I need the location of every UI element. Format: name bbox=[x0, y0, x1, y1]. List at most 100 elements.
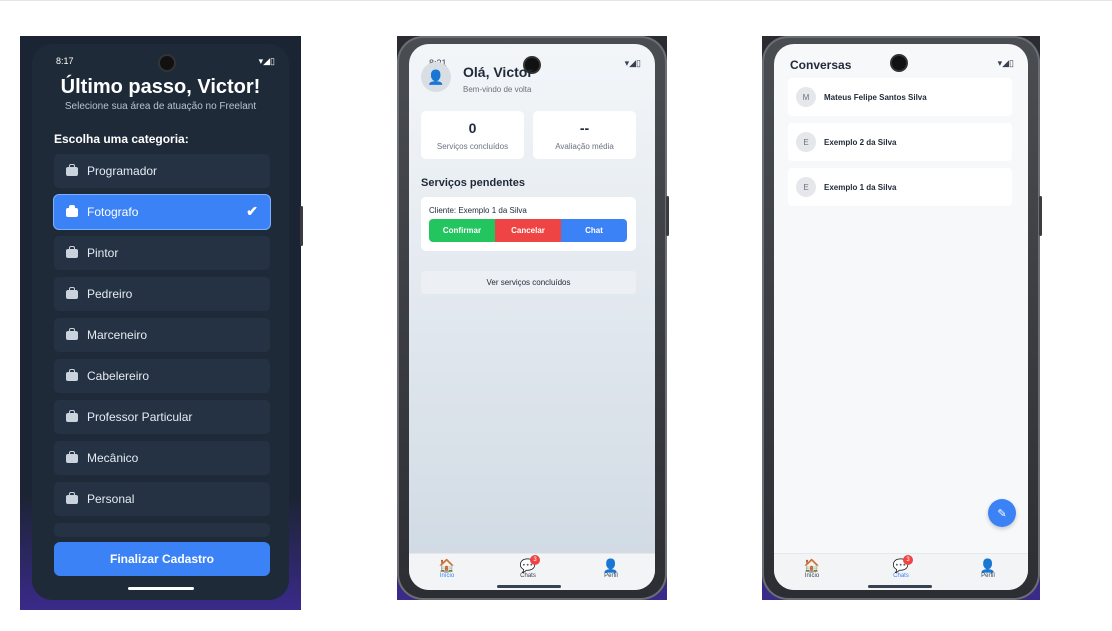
conversation-item[interactable]: E Exemplo 1 da Silva bbox=[788, 168, 1012, 206]
page-title: Último passo, Victor! bbox=[60, 76, 261, 98]
status-icons: ▾◢▯ bbox=[258, 56, 275, 66]
conversation-name: Mateus Felipe Santos Silva bbox=[824, 92, 927, 102]
conversation-name: Exemplo 2 da Silva bbox=[824, 137, 897, 147]
stat-label: Avaliação média bbox=[555, 142, 614, 151]
category-label: Mecânico bbox=[87, 451, 139, 465]
briefcase-icon bbox=[66, 450, 78, 463]
status-icons: ▾◢▯ bbox=[624, 58, 641, 68]
briefcase-icon bbox=[66, 327, 78, 340]
category-personal[interactable]: Personal bbox=[54, 482, 270, 516]
tab-home[interactable]: 🏠 Início bbox=[787, 558, 837, 580]
chat-icon: 💬 3 bbox=[503, 555, 553, 573]
briefcase-icon bbox=[66, 368, 78, 381]
new-conversation-button[interactable]: ✎ bbox=[988, 499, 1016, 527]
category-label: Marceneiro bbox=[87, 328, 148, 342]
side-button bbox=[1039, 196, 1042, 236]
category-label: Pintor bbox=[87, 246, 119, 260]
chat-button[interactable]: Chat bbox=[561, 219, 627, 242]
camera-hole bbox=[892, 56, 906, 70]
tab-home[interactable]: 🏠 Início bbox=[422, 558, 472, 580]
phone-onboarding: 8:17 ▾◢▯ Último passo, Victor! Selecione… bbox=[20, 36, 303, 610]
user-icon: 👤 bbox=[602, 558, 620, 573]
tab-profile[interactable]: 👤 Perfil bbox=[963, 558, 1013, 580]
tab-label: Perfil bbox=[981, 573, 995, 579]
category-marceneiro[interactable]: Marceneiro bbox=[54, 318, 270, 352]
stat-rating: -- Avaliação média bbox=[533, 111, 636, 159]
stat-completed: 0 Serviços concluídos bbox=[421, 111, 524, 159]
conversation-item[interactable]: E Exemplo 2 da Silva bbox=[788, 123, 1012, 161]
bottom-tab-bar: 🏠 Início 💬 3 Chats 👤 Perfil bbox=[774, 553, 1028, 590]
top-divider bbox=[0, 0, 1112, 1]
avatar: M bbox=[796, 87, 816, 107]
avatar: E bbox=[796, 132, 816, 152]
bottom-tab-bar: 🏠 Início 💬 3 Chats 👤 Perfil bbox=[409, 553, 655, 590]
tab-label: Chats bbox=[893, 573, 909, 579]
home-indicator bbox=[497, 585, 561, 588]
side-button bbox=[666, 196, 669, 236]
page-subtitle: Selecione sua área de atuação no Freelan… bbox=[64, 101, 257, 112]
view-completed-button[interactable]: Ver serviços concluídos bbox=[421, 271, 636, 294]
welcome-text: Bem-vindo de volta bbox=[463, 85, 532, 94]
conversation-item[interactable]: M Mateus Felipe Santos Silva bbox=[788, 78, 1012, 116]
briefcase-icon bbox=[66, 163, 78, 176]
phone-dashboard: 8:21 ▾◢▯ 👤 Olá, Victor Bem-vindo de volt… bbox=[397, 36, 669, 600]
cancel-button[interactable]: Cancelar bbox=[495, 219, 561, 242]
phone-conversations: ▾◢▯ Conversas M Mateus Felipe Santos Silv… bbox=[762, 36, 1042, 600]
category-pedreiro[interactable]: Pedreiro bbox=[54, 277, 270, 311]
tab-label: Início bbox=[439, 573, 455, 579]
user-icon[interactable]: 👤 bbox=[421, 62, 451, 92]
category-label: Programador bbox=[87, 164, 158, 178]
pending-heading: Serviços pendentes bbox=[421, 177, 525, 189]
home-indicator bbox=[128, 587, 194, 590]
category-label: Pedreiro bbox=[87, 287, 133, 301]
side-button bbox=[300, 206, 303, 246]
finish-registration-button[interactable]: Finalizar Cadastro bbox=[54, 542, 270, 576]
camera-hole bbox=[160, 56, 174, 70]
briefcase-icon bbox=[66, 204, 78, 217]
home-icon: 🏠 bbox=[438, 558, 456, 573]
check-icon: ✔ bbox=[246, 203, 258, 219]
home-indicator bbox=[868, 585, 932, 588]
tab-chats[interactable]: 💬 3 Chats bbox=[876, 555, 926, 579]
category-fotografo[interactable]: Fotografo ✔ bbox=[54, 195, 270, 229]
onboarding-screen: 8:17 ▾◢▯ Último passo, Victor! Selecione… bbox=[32, 44, 289, 600]
stat-value: -- bbox=[579, 120, 590, 136]
category-pintor[interactable]: Pintor bbox=[54, 236, 270, 270]
category-partial[interactable] bbox=[54, 523, 270, 537]
page-title: Conversas bbox=[790, 58, 852, 72]
avatar: E bbox=[796, 177, 816, 197]
status-icons: ▾◢▯ bbox=[997, 58, 1014, 68]
confirm-button[interactable]: Confirmar bbox=[429, 219, 495, 242]
greeting: Olá, Victor bbox=[463, 64, 533, 80]
tab-profile[interactable]: 👤 Perfil bbox=[586, 558, 636, 580]
briefcase-icon bbox=[66, 409, 78, 422]
category-mecanico[interactable]: Mecânico bbox=[54, 441, 270, 475]
category-programador[interactable]: Programador bbox=[54, 154, 270, 188]
category-professor-particular[interactable]: Professor Particular bbox=[54, 400, 270, 434]
unread-badge: 3 bbox=[530, 555, 540, 565]
category-label: Cabelereiro bbox=[87, 369, 150, 383]
tab-chats[interactable]: 💬 3 Chats bbox=[503, 555, 553, 579]
pending-service-card: Cliente: Exemplo 1 da Silva Confirmar Ca… bbox=[421, 197, 636, 251]
chat-icon: 💬 3 bbox=[876, 555, 926, 573]
pending-client: Cliente: Exemplo 1 da Silva bbox=[429, 206, 527, 215]
home-icon: 🏠 bbox=[803, 558, 821, 573]
category-label: Personal bbox=[87, 492, 135, 506]
tab-label: Perfil bbox=[604, 573, 618, 579]
stat-value: 0 bbox=[468, 120, 477, 136]
pencil-icon: ✎ bbox=[997, 507, 1007, 520]
status-time: 8:17 bbox=[56, 56, 74, 66]
category-label: Fotografo bbox=[87, 205, 139, 219]
category-heading: Escolha uma categoria: bbox=[54, 132, 189, 146]
category-label: Professor Particular bbox=[87, 410, 193, 424]
tab-label: Início bbox=[804, 573, 820, 579]
briefcase-icon bbox=[66, 245, 78, 258]
user-icon: 👤 bbox=[979, 558, 997, 573]
stat-label: Serviços concluídos bbox=[436, 142, 509, 151]
conversation-name: Exemplo 1 da Silva bbox=[824, 182, 897, 192]
conversations-screen: ▾◢▯ Conversas M Mateus Felipe Santos Silv… bbox=[774, 44, 1028, 590]
briefcase-icon bbox=[66, 286, 78, 299]
category-cabelereiro[interactable]: Cabelereiro bbox=[54, 359, 270, 393]
tab-label: Chats bbox=[520, 573, 536, 579]
unread-badge: 3 bbox=[903, 555, 913, 565]
